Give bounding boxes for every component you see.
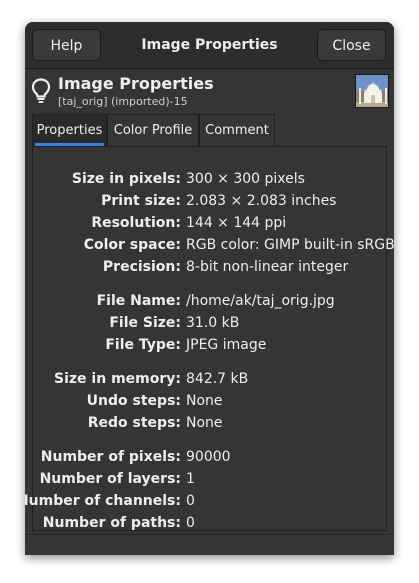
- property-row: Number of channels: 0: [25, 490, 388, 512]
- tab-properties[interactable]: Properties: [32, 114, 107, 146]
- property-value: 90000: [186, 449, 231, 465]
- close-button[interactable]: Close: [317, 29, 386, 61]
- property-label: Size in pixels:: [71, 171, 181, 187]
- help-button[interactable]: Help: [32, 29, 101, 61]
- property-row: Redo steps: None: [33, 412, 388, 434]
- property-value: None: [186, 415, 223, 431]
- image-thumbnail: [355, 74, 389, 108]
- property-row: Resolution: 144 × 144 ppi: [33, 212, 388, 234]
- image-name-label: [taj_orig] (imported)-15: [58, 95, 188, 108]
- property-label: Number of channels:: [25, 493, 181, 509]
- lightbulb-icon: [31, 78, 51, 103]
- property-value: JPEG image: [186, 337, 267, 353]
- dialog-heading: Image Properties: [58, 74, 214, 93]
- property-label: Resolution:: [91, 215, 181, 231]
- property-label: File Type:: [105, 337, 181, 353]
- property-row: Undo steps: None: [33, 390, 388, 412]
- property-label: File Size:: [109, 315, 181, 331]
- property-label: Number of layers:: [39, 471, 181, 487]
- tab-bar: Properties Color Profile Comment: [32, 113, 387, 147]
- property-row: Size in pixels: 300 × 300 pixels: [33, 168, 388, 190]
- property-value: /home/ak/taj_orig.jpg: [186, 293, 335, 309]
- property-label: File Name:: [96, 293, 181, 309]
- properties-panel: Size in pixels: 300 × 300 pixels Print s…: [25, 147, 394, 534]
- property-label: Precision:: [102, 259, 181, 275]
- property-label: Size in memory:: [54, 371, 181, 387]
- property-value: RGB color: GIMP built-in sRGB: [186, 237, 394, 253]
- property-label: Color space:: [83, 237, 181, 253]
- property-row: Color space: RGB color: GIMP built-in sR…: [33, 234, 394, 256]
- dialog-info-header: Image Properties [taj_orig] (imported)-1…: [25, 69, 394, 112]
- property-value: 0: [186, 515, 195, 531]
- property-value: 1: [186, 471, 195, 487]
- property-label: Number of pixels:: [40, 449, 181, 465]
- headerbar: Help Image Properties Close: [25, 22, 394, 69]
- property-value: 300 × 300 pixels: [186, 171, 305, 187]
- property-row: Size in memory: 842.7 kB: [33, 368, 388, 390]
- property-row: Number of paths: 0: [33, 512, 388, 534]
- tab-comment[interactable]: Comment: [199, 114, 275, 146]
- tab-color-profile[interactable]: Color Profile: [107, 114, 199, 146]
- property-value: 2.083 × 2.083 inches: [186, 193, 337, 209]
- property-row: Number of layers: 1: [33, 468, 388, 490]
- property-row: File Type: JPEG image: [33, 334, 388, 356]
- property-value: 0: [186, 493, 195, 509]
- property-row: File Name: /home/ak/taj_orig.jpg: [33, 290, 388, 312]
- property-value: 31.0 kB: [186, 315, 240, 331]
- property-row: File Size: 31.0 kB: [33, 312, 388, 334]
- property-value: 842.7 kB: [186, 371, 249, 387]
- property-row: Print size: 2.083 × 2.083 inches: [33, 190, 388, 212]
- property-value: None: [186, 393, 223, 409]
- window-title: Image Properties: [141, 37, 278, 53]
- property-label: Number of paths:: [42, 515, 181, 531]
- image-properties-dialog: Help Image Properties Close Image Proper…: [25, 22, 394, 555]
- dialog-footer: [25, 534, 394, 555]
- property-row: Number of pixels: 90000: [33, 446, 388, 468]
- property-value: 8-bit non-linear integer: [186, 259, 349, 275]
- property-value: 144 × 144 ppi: [186, 215, 287, 231]
- property-row: Precision: 8-bit non-linear integer: [33, 256, 388, 278]
- property-label: Redo steps:: [87, 415, 181, 431]
- property-label: Undo steps:: [86, 393, 181, 409]
- property-label: Print size:: [101, 193, 181, 209]
